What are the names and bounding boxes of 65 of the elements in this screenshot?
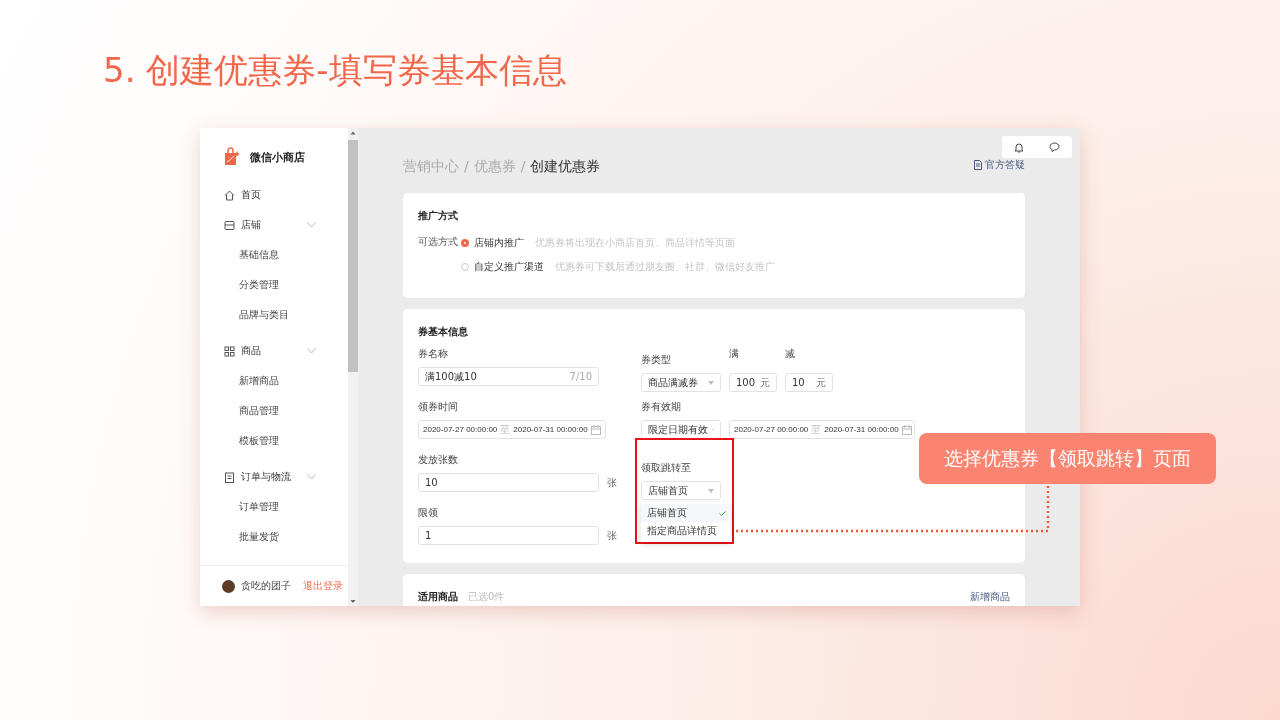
number-input[interactable]: 10 元 bbox=[785, 373, 833, 392]
date-range-input[interactable]: 2020-07-27 00:00:00 至 2020-07-31 00:00:00 bbox=[418, 420, 606, 439]
text-input[interactable]: 10 bbox=[418, 473, 599, 492]
caret-icon bbox=[708, 488, 714, 493]
sidebar-subitem[interactable]: 商品管理 bbox=[200, 396, 348, 426]
calendar-icon bbox=[591, 424, 601, 435]
callout: 选择优惠券【领取跳转】页面 bbox=[919, 433, 1216, 484]
clipboard-icon bbox=[224, 471, 235, 483]
slide-title: 5. 创建优惠券-填写券基本信息 bbox=[103, 49, 567, 92]
caret-icon bbox=[708, 380, 714, 385]
radio-label[interactable]: 店铺内推广 bbox=[474, 236, 524, 250]
select-field[interactable]: 商品满减券 bbox=[641, 373, 721, 392]
field-label: 可选方式 bbox=[418, 235, 459, 249]
chat-bubble-icon[interactable] bbox=[1048, 142, 1060, 152]
field-label: 领取跳转至 bbox=[641, 461, 692, 475]
section-title: 适用商品 bbox=[418, 590, 458, 604]
brand-name: 微信小商店 bbox=[250, 149, 305, 165]
calendar-icon bbox=[901, 424, 912, 435]
field-label: 券有效期 bbox=[641, 400, 682, 414]
text-input[interactable]: 满100减10 7/10 bbox=[418, 367, 599, 386]
breadcrumb-separator: / bbox=[464, 158, 469, 176]
sidebar-subitem[interactable]: 批量发货 bbox=[200, 522, 348, 552]
sidebar-item[interactable]: 商品 bbox=[200, 336, 348, 366]
field-label: 限领 bbox=[418, 506, 439, 520]
avatar bbox=[222, 579, 235, 593]
selected-count: 已选0件 bbox=[468, 590, 505, 604]
date-range-input[interactable]: 2020-07-27 00:00:00 至 2020-07-31 00:00:00 bbox=[729, 420, 915, 439]
check-icon bbox=[719, 510, 726, 516]
section-title: 推广方式 bbox=[418, 209, 459, 223]
radio-button[interactable] bbox=[461, 239, 469, 247]
grid-icon bbox=[224, 345, 235, 357]
field-label: 发放张数 bbox=[418, 453, 459, 467]
shop-icon bbox=[224, 219, 235, 231]
add-goods-link[interactable]: 新增商品 bbox=[970, 590, 1010, 604]
field-label: 券名称 bbox=[418, 347, 449, 361]
bell-icon[interactable] bbox=[1014, 141, 1025, 153]
select-field[interactable]: 店铺首页 bbox=[641, 481, 721, 500]
sidebar-subitem[interactable]: 新增商品 bbox=[200, 366, 348, 396]
field-label: 券类型 bbox=[641, 353, 672, 367]
sidebar-subitem[interactable]: 基础信息 bbox=[200, 240, 348, 270]
sidebar-item[interactable]: 首页 bbox=[200, 180, 348, 210]
text-input[interactable]: 1 bbox=[418, 526, 599, 545]
sidebar-item[interactable]: 店铺 bbox=[200, 210, 348, 240]
unit-label: 张 bbox=[607, 475, 617, 490]
dropdown-option[interactable]: 店铺首页 bbox=[641, 504, 731, 522]
dropdown-option[interactable]: 指定商品详情页 bbox=[641, 522, 731, 540]
sidebar-subitem[interactable]: 模板管理 bbox=[200, 426, 348, 456]
user-name: 贪吃的团子 bbox=[241, 579, 292, 593]
number-input[interactable]: 100 元 bbox=[729, 373, 777, 392]
unit-label: 张 bbox=[607, 528, 617, 543]
breadcrumb-item: 创建优惠券 bbox=[530, 158, 601, 176]
field-label: 减 bbox=[785, 347, 796, 361]
field-label: 领券时间 bbox=[418, 400, 459, 414]
sidebar-subitem[interactable]: 分类管理 bbox=[200, 270, 348, 300]
field-label: 满 bbox=[729, 347, 740, 361]
sidebar-subitem[interactable]: 品牌与类目 bbox=[200, 300, 348, 330]
document-icon bbox=[974, 160, 982, 170]
sidebar-subitem[interactable]: 订单管理 bbox=[200, 492, 348, 522]
shopping-bag-icon bbox=[222, 147, 242, 167]
breadcrumb-separator: / bbox=[520, 158, 526, 176]
home-icon bbox=[224, 189, 235, 201]
sidebar-item[interactable]: 订单与物流 bbox=[200, 462, 348, 492]
radio-label[interactable]: 自定义推广渠道 bbox=[474, 260, 544, 274]
section-title: 券基本信息 bbox=[418, 325, 469, 339]
help-link[interactable]: 官方答疑 bbox=[974, 158, 1025, 172]
